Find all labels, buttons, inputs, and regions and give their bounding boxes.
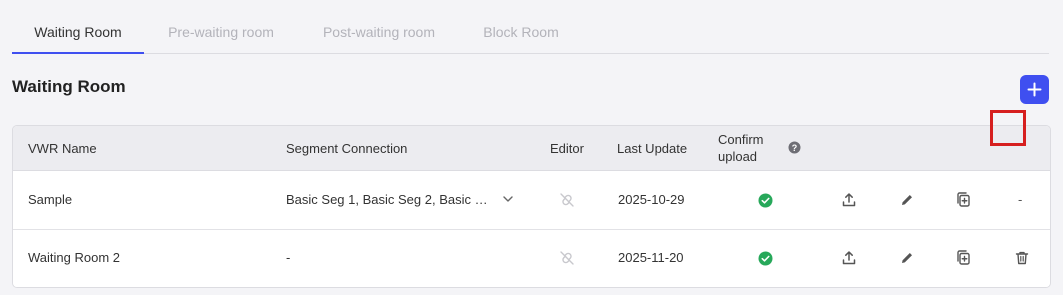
help-icon[interactable]: ? <box>788 141 801 154</box>
segment-connection: Basic Seg 1, Basic Seg 2, Basic Seg 3 <box>286 192 491 207</box>
upload-icon[interactable] <box>841 192 857 208</box>
table-header: VWR Name Segment Connection Editor Last … <box>13 126 1050 171</box>
header-confirm-upload-line2: upload <box>718 149 758 164</box>
table-row: Sample Basic Seg 1, Basic Seg 2, Basic S… <box>13 171 1050 230</box>
table-row: Waiting Room 2 - 2025-11-20 <box>13 230 1050 287</box>
last-update: 2025-10-29 <box>618 192 685 207</box>
duplicate-icon[interactable] <box>955 191 972 208</box>
vwr-name: Sample <box>28 192 73 207</box>
tab-post-waiting-room[interactable]: Post-waiting room <box>314 14 444 52</box>
add-button[interactable] <box>1020 75 1049 104</box>
duplicate-icon[interactable] <box>955 249 972 266</box>
delete-highlight-box <box>990 110 1026 146</box>
vwr-name: Waiting Room 2 <box>28 250 120 265</box>
header-segment-connection: Segment Connection <box>286 141 408 156</box>
header-last-update: Last Update <box>617 141 688 156</box>
header-confirm-upload-line1: Confirm <box>718 132 764 147</box>
waiting-room-table: VWR Name Segment Connection Editor Last … <box>12 125 1051 288</box>
link-off-icon <box>560 251 574 265</box>
page-title: Waiting Room <box>12 77 126 96</box>
check-circle-icon <box>758 193 773 208</box>
edit-icon[interactable] <box>899 250 915 266</box>
edit-icon[interactable] <box>899 192 915 208</box>
tab-bar: Waiting Room Pre-waiting room Post-waiti… <box>12 14 1049 54</box>
upload-icon[interactable] <box>841 250 857 266</box>
svg-text:?: ? <box>792 143 798 153</box>
last-update: 2025-11-20 <box>618 250 684 265</box>
tab-waiting-room[interactable]: Waiting Room <box>12 14 144 54</box>
header-editor: Editor <box>550 141 584 156</box>
tab-block-room[interactable]: Block Room <box>476 14 566 52</box>
link-off-icon <box>560 193 574 207</box>
empty-action: - <box>1018 192 1023 207</box>
delete-icon[interactable] <box>1014 250 1030 266</box>
check-circle-icon <box>758 251 773 266</box>
plus-icon <box>1027 82 1042 97</box>
segment-connection: - <box>286 250 291 265</box>
tab-pre-waiting-room[interactable]: Pre-waiting room <box>160 14 282 52</box>
header-vwr-name: VWR Name <box>28 141 97 156</box>
chevron-down-icon[interactable] <box>502 193 514 205</box>
